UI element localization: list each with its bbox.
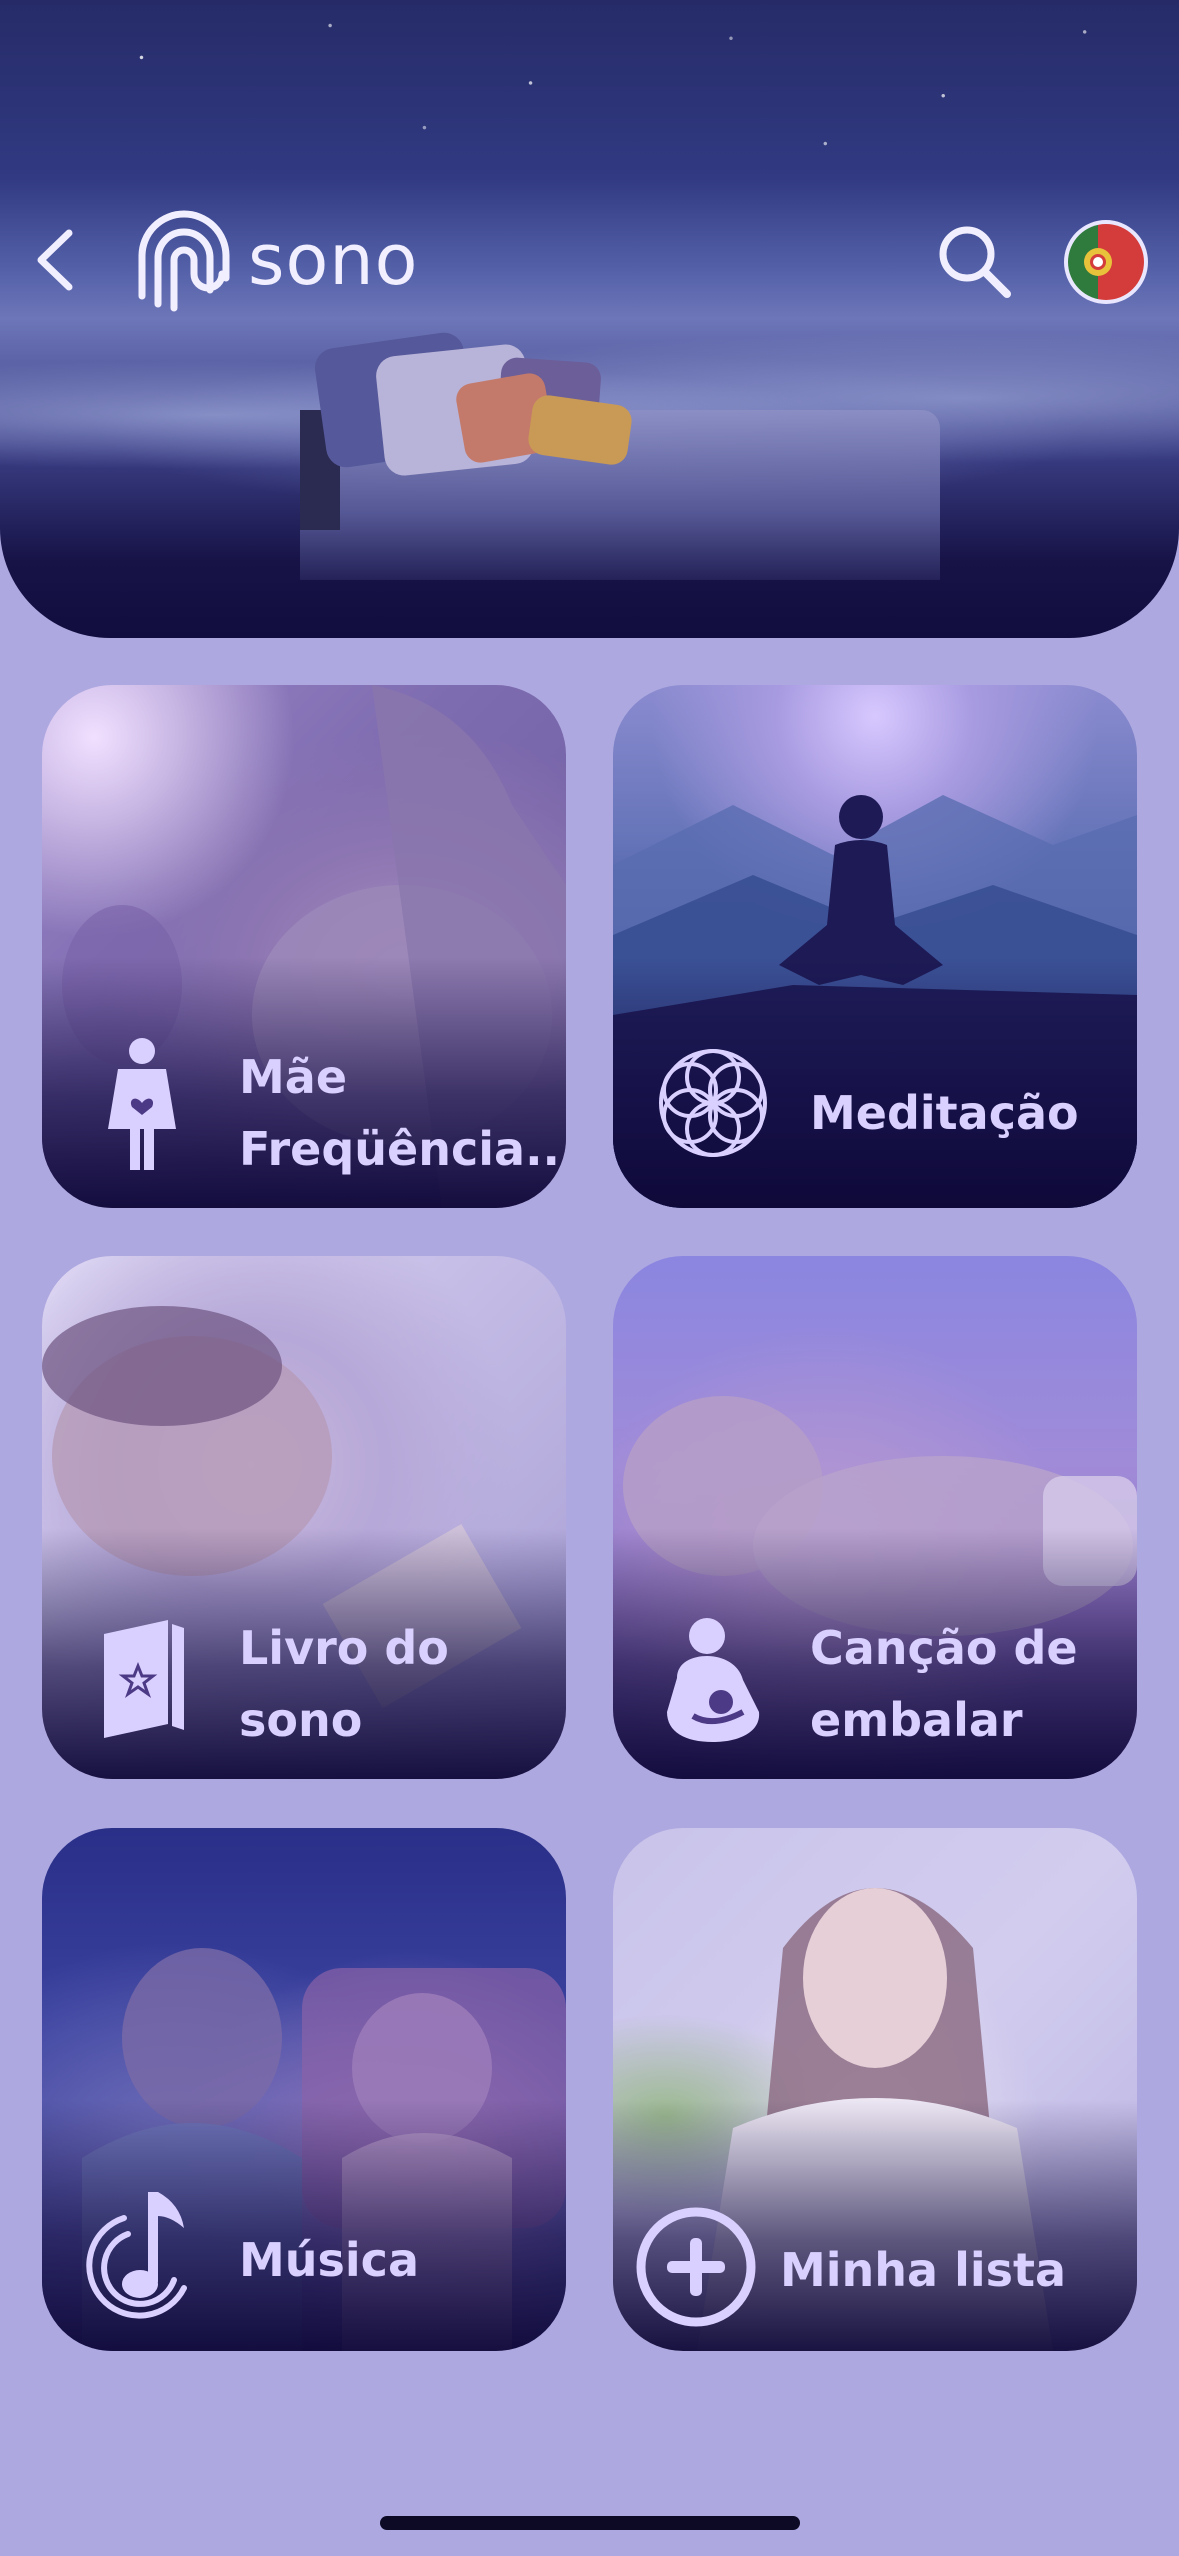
card-label: Freqüência... <box>239 1122 566 1176</box>
breastfeeding-icon <box>667 1618 760 1742</box>
chevron-left-icon <box>37 229 73 291</box>
header-banner <box>0 0 1179 638</box>
music-note-icon <box>86 2192 187 2319</box>
search-button[interactable] <box>935 222 1015 302</box>
card-livro-do-sono[interactable]: Livro do sono <box>42 1256 566 1779</box>
logo-text: sono <box>248 219 419 301</box>
back-button[interactable] <box>30 225 80 295</box>
card-meditacao[interactable]: Meditação <box>613 685 1137 1208</box>
mandala-flower-icon <box>659 1049 767 1157</box>
card-label: sono <box>239 1693 363 1747</box>
card-musica[interactable]: Música <box>42 1828 566 2351</box>
card-mae-frequencia[interactable]: Mãe Freqüência... <box>42 685 566 1208</box>
app-logo: sono <box>128 205 419 315</box>
card-label: Canção de <box>810 1621 1078 1675</box>
plus-circle-icon <box>636 2207 756 2327</box>
card-label: Meditação <box>810 1086 1079 1140</box>
card-label: Livro do <box>239 1621 449 1675</box>
home-indicator[interactable] <box>380 2516 800 2530</box>
star-book-icon <box>104 1620 184 1738</box>
card-cancao-de-embalar[interactable]: Canção de embalar <box>613 1256 1137 1779</box>
card-label: Mãe <box>239 1050 348 1104</box>
fingerprint-logo-icon <box>138 210 230 312</box>
search-icon <box>939 226 1011 298</box>
card-label: embalar <box>810 1693 1023 1747</box>
card-minha-lista[interactable]: Minha lista <box>613 1828 1137 2351</box>
language-button[interactable] <box>1064 220 1148 304</box>
card-label: Minha lista <box>780 2243 1067 2297</box>
pregnant-woman-icon <box>108 1038 176 1170</box>
bed-image <box>300 330 940 590</box>
card-label: Música <box>239 2233 419 2287</box>
portugal-flag-icon <box>1068 224 1144 300</box>
